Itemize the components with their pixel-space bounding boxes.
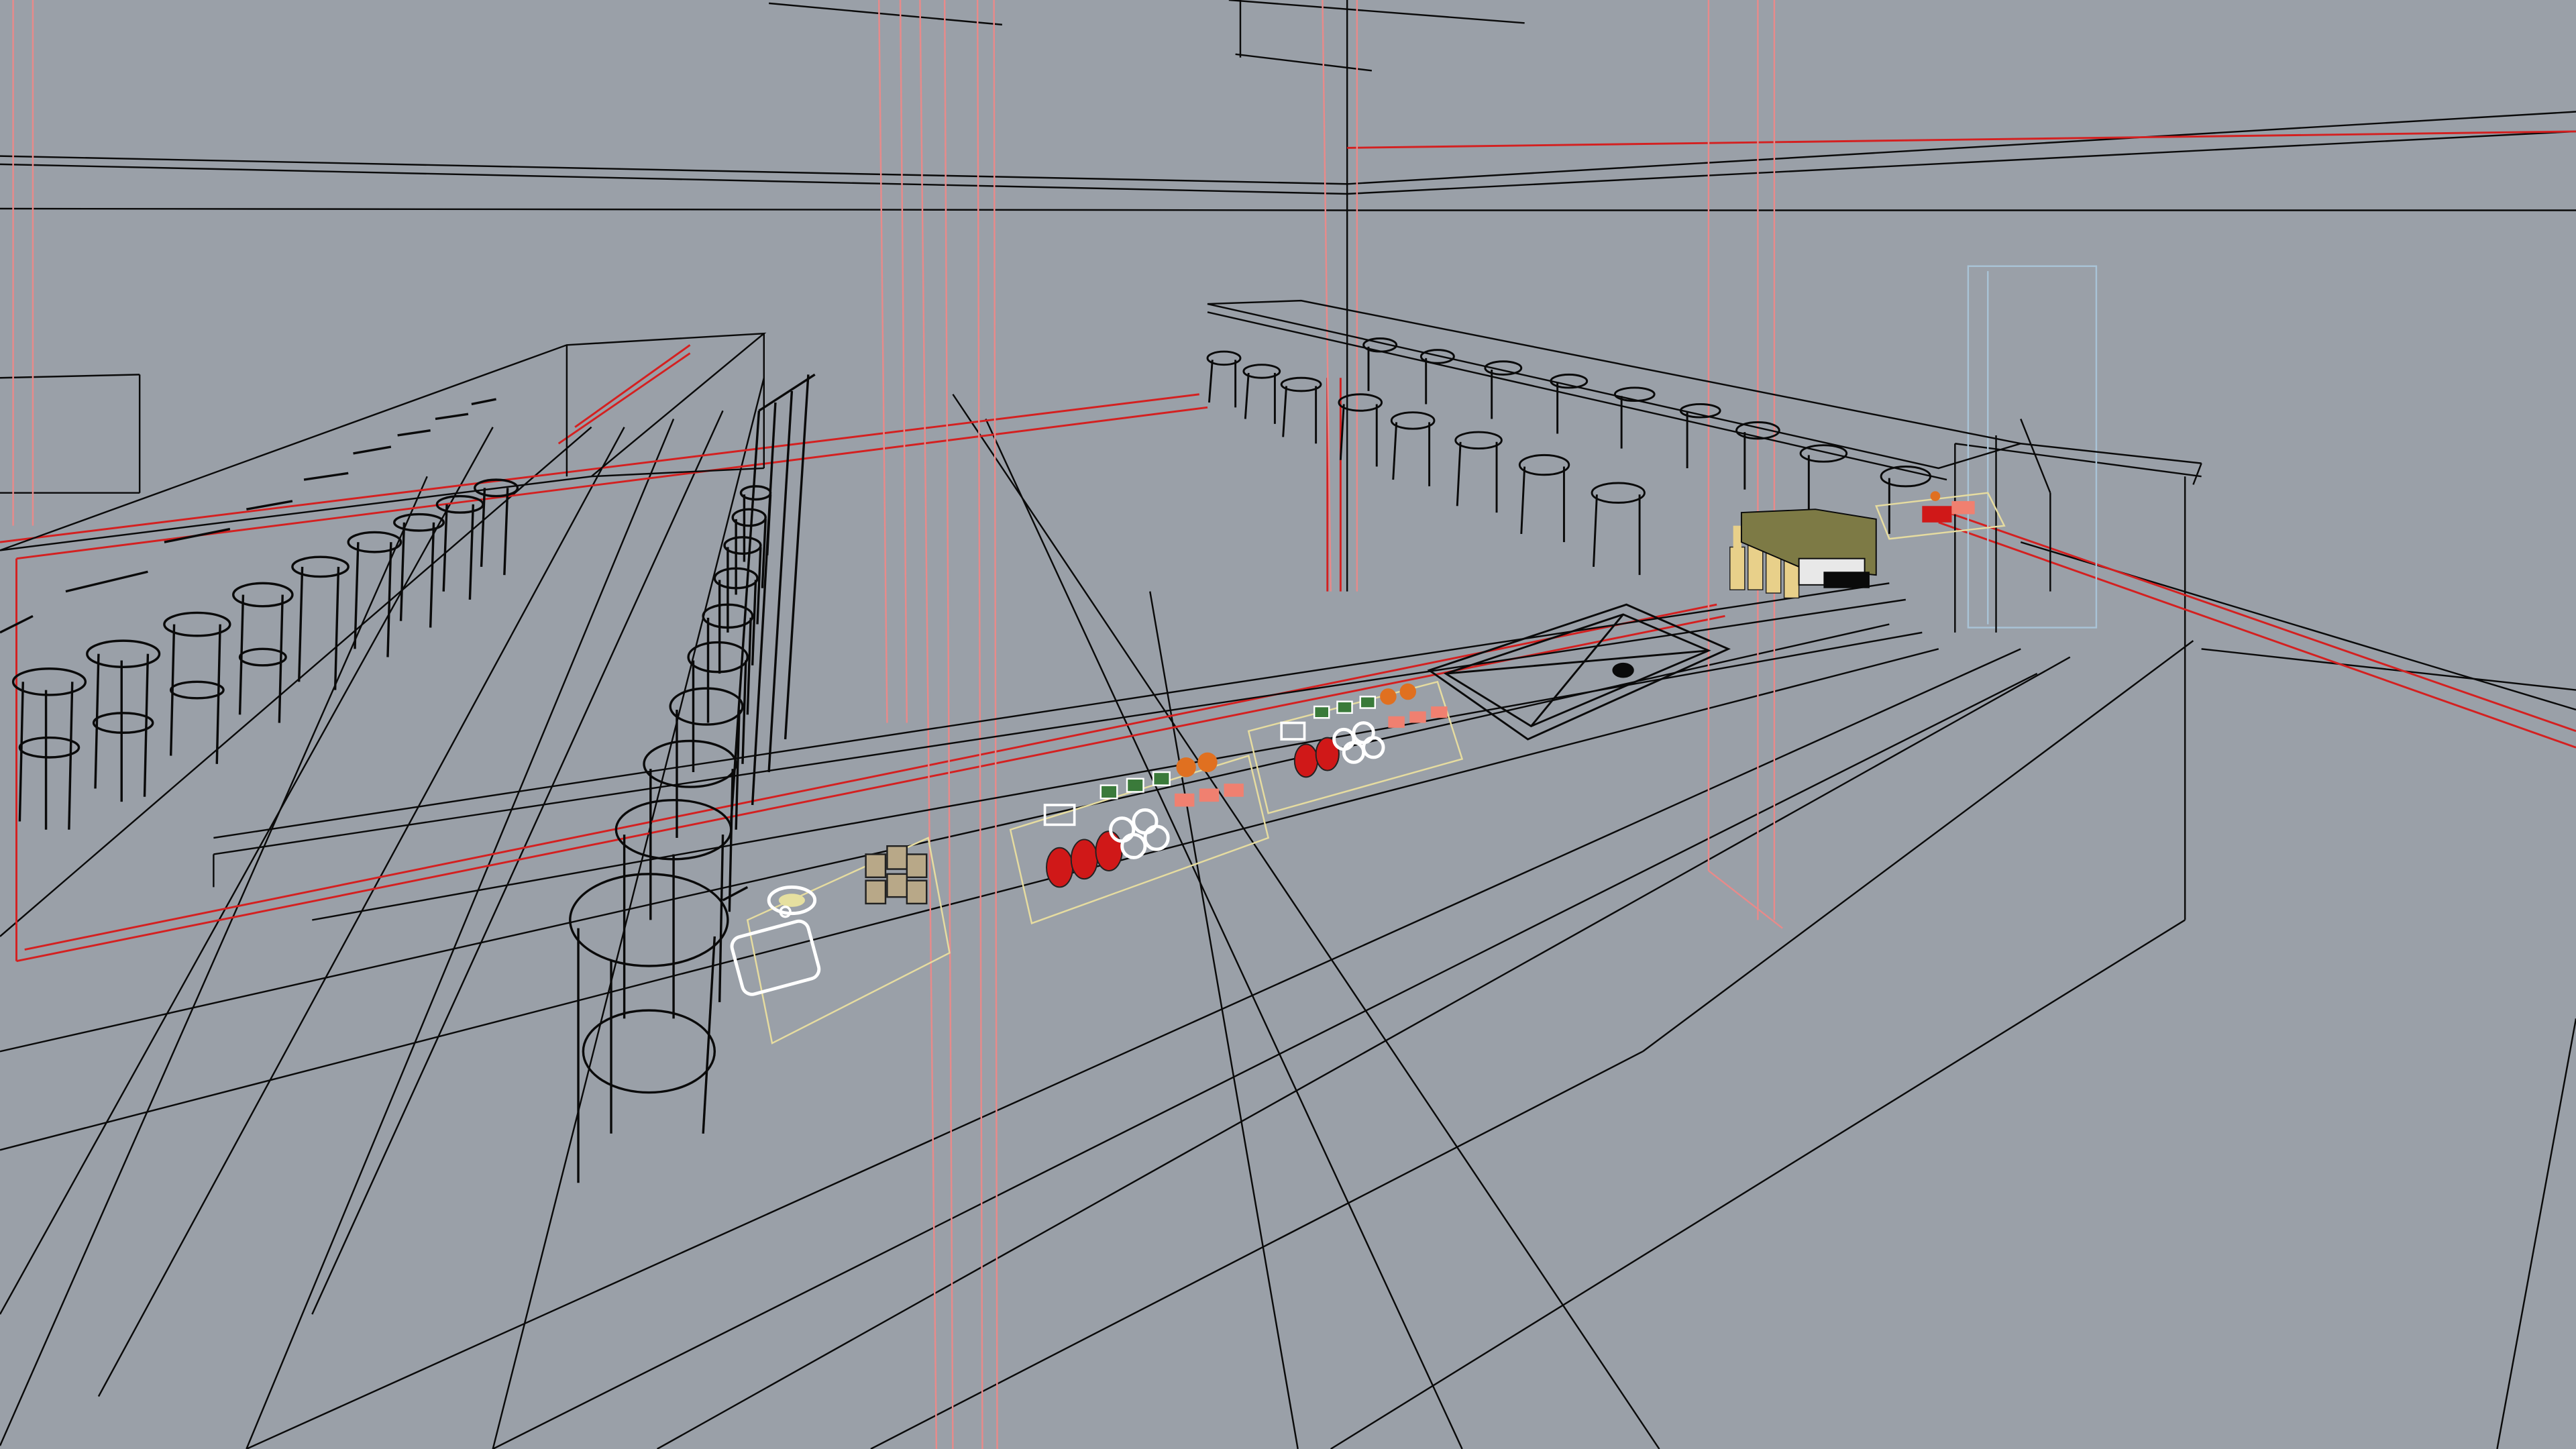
cups	[865, 845, 928, 905]
3d-viewport[interactable]	[0, 0, 2576, 1449]
viewport-background	[0, 0, 2576, 1449]
